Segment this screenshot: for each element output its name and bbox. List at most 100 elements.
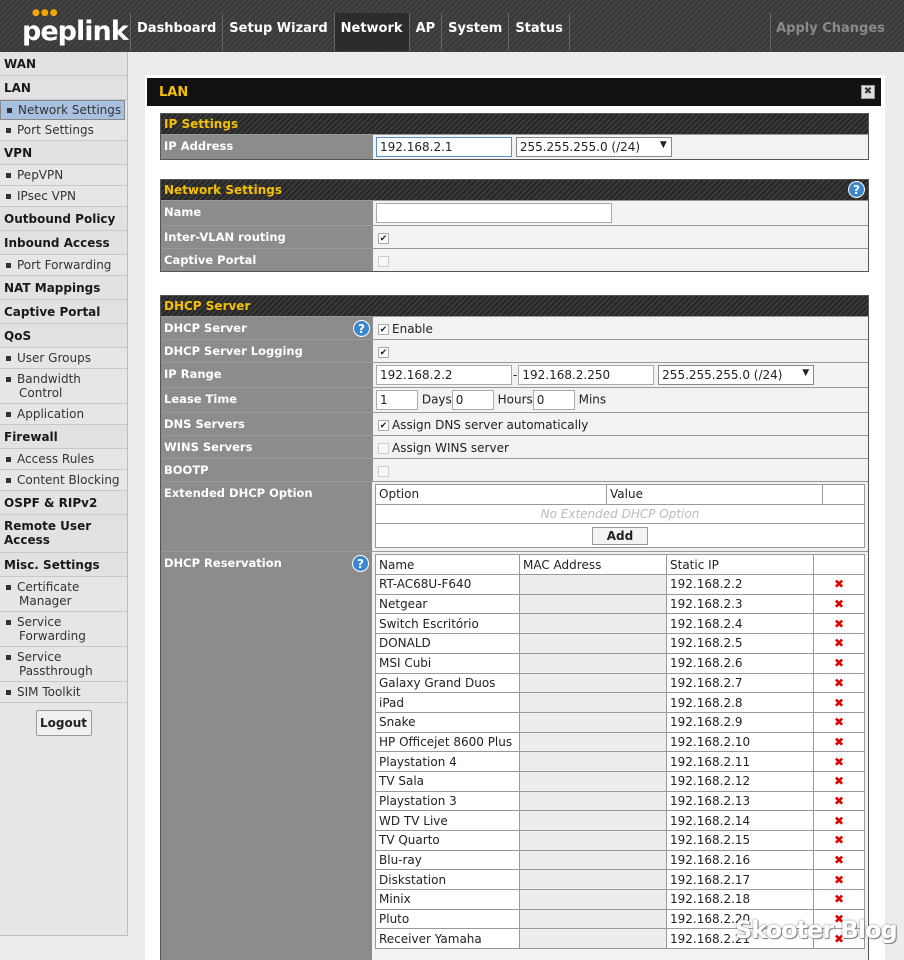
sidebar-header-inbound-access[interactable]: Inbound Access [0, 231, 127, 255]
reservation-ip-input[interactable]: 192.168.2.17 [666, 869, 814, 891]
sidebar-header-remote-user-access[interactable]: Remote User Access [0, 515, 127, 553]
reservation-ip-input[interactable]: 192.168.2.14 [666, 810, 814, 831]
captive-portal-checkbox[interactable] [378, 256, 389, 267]
close-icon[interactable]: ✖ [861, 85, 875, 99]
peplink-logo[interactable]: ●●● peplink [22, 6, 129, 47]
reservation-name-input[interactable]: DONALD [375, 633, 520, 654]
add-option-button[interactable]: Add [591, 526, 649, 545]
reservation-ip-input[interactable]: 192.168.2.5 [666, 633, 814, 654]
reservation-mac-input[interactable] [519, 751, 667, 772]
dhcp-enable-checkbox[interactable]: ✔ [378, 324, 389, 335]
delete-icon[interactable]: ✖ [813, 633, 865, 654]
tab-system[interactable]: System [441, 13, 508, 51]
subnet-mask-select[interactable]: 255.255.255.0 (/24) ▼ [515, 137, 672, 157]
sidebar-item-port-settings[interactable]: Port Settings [0, 120, 127, 141]
reservation-ip-input[interactable]: 192.168.2.12 [666, 770, 814, 792]
help-icon[interactable]: ? [352, 555, 369, 573]
reservation-mac-input[interactable] [519, 593, 667, 615]
reservation-mac-input[interactable] [519, 731, 667, 753]
reservation-mac-input[interactable] [519, 633, 667, 654]
sidebar-header-captive-portal[interactable]: Captive Portal [0, 300, 127, 324]
sidebar-item-ipsec-vpn[interactable]: IPsec VPN [0, 186, 127, 207]
delete-icon[interactable]: ✖ [813, 889, 865, 910]
sidebar-item-pepvpn[interactable]: PepVPN [0, 165, 127, 186]
reservation-ip-input[interactable]: 192.168.2.18 [666, 889, 814, 910]
reservation-name-input[interactable]: Snake [375, 711, 520, 733]
reservation-ip-input[interactable]: 192.168.2.10 [666, 731, 814, 753]
tab-ap[interactable]: AP [408, 13, 442, 51]
reservation-name-input[interactable]: TV Sala [375, 770, 520, 792]
reservation-name-input[interactable]: iPad [375, 692, 520, 713]
dhcp-logging-checkbox[interactable]: ✔ [378, 347, 389, 358]
reservation-ip-input[interactable]: 192.168.2.7 [666, 672, 814, 694]
sidebar-item-certificate-manager[interactable]: Certificate Manager [0, 577, 127, 612]
delete-icon[interactable]: ✖ [813, 652, 865, 674]
delete-icon[interactable]: ✖ [813, 574, 865, 595]
sidebar-item-port-forwarding[interactable]: Port Forwarding [0, 255, 127, 276]
sidebar-item-access-rules[interactable]: Access Rules [0, 449, 127, 470]
sidebar-item-application[interactable]: Application [0, 404, 127, 425]
help-icon[interactable]: ? [353, 320, 370, 337]
reservation-ip-input[interactable]: 192.168.2.6 [666, 652, 814, 674]
reservation-mac-input[interactable] [519, 574, 667, 595]
reservation-ip-input[interactable]: 192.168.2.11 [666, 751, 814, 772]
delete-icon[interactable]: ✖ [813, 849, 865, 871]
tab-dashboard[interactable]: Dashboard [130, 13, 222, 51]
reservation-mac-input[interactable] [519, 672, 667, 694]
wins-checkbox[interactable] [378, 443, 389, 454]
reservation-name-input[interactable]: WD TV Live [375, 810, 520, 831]
range-mask-select[interactable]: 255.255.255.0 (/24) ▼ [658, 365, 815, 385]
reservation-name-input[interactable]: Minix [375, 889, 520, 910]
reservation-mac-input[interactable] [519, 830, 667, 851]
sidebar-item-content-blocking[interactable]: Content Blocking [0, 470, 127, 491]
reservation-mac-input[interactable] [519, 692, 667, 713]
reservation-mac-input[interactable] [519, 928, 667, 950]
delete-icon[interactable]: ✖ [813, 751, 865, 772]
sidebar-header-wan[interactable]: WAN [0, 52, 127, 76]
sidebar-header-outbound-policy[interactable]: Outbound Policy [0, 207, 127, 231]
sidebar-header-nat-mappings[interactable]: NAT Mappings [0, 276, 127, 300]
logout-button[interactable]: Logout [35, 710, 92, 736]
sidebar-header-qos[interactable]: QoS [0, 324, 127, 348]
inter-vlan-checkbox[interactable]: ✔ [378, 233, 389, 244]
reservation-ip-input[interactable]: 192.168.2.9 [666, 711, 814, 733]
apply-changes-button[interactable]: Apply Changes [770, 13, 890, 51]
reservation-ip-input[interactable]: 192.168.2.15 [666, 830, 814, 851]
reservation-name-input[interactable]: MSI Cubi [375, 652, 520, 674]
reservation-name-input[interactable]: Diskstation [375, 869, 520, 891]
delete-icon[interactable]: ✖ [813, 672, 865, 694]
delete-icon[interactable]: ✖ [813, 692, 865, 713]
delete-icon[interactable]: ✖ [813, 810, 865, 831]
reservation-name-input[interactable]: RT-AC68U-F640 [375, 574, 520, 595]
reservation-mac-input[interactable] [519, 869, 667, 891]
sidebar-header-lan[interactable]: LAN [0, 76, 127, 100]
sidebar-header-ospf-ripv2[interactable]: OSPF & RIPv2 [0, 491, 127, 515]
ip-address-input[interactable]: 192.168.2.1 [376, 137, 512, 157]
reservation-name-input[interactable]: Playstation 3 [375, 790, 520, 812]
sidebar-header-misc-settings[interactable]: Misc. Settings [0, 553, 127, 577]
reservation-mac-input[interactable] [519, 908, 667, 930]
delete-icon[interactable]: ✖ [813, 593, 865, 615]
delete-icon[interactable]: ✖ [813, 731, 865, 753]
reservation-mac-input[interactable] [519, 770, 667, 792]
range-end-input[interactable]: 192.168.2.250 [518, 365, 655, 385]
reservation-mac-input[interactable] [519, 613, 667, 635]
reservation-ip-input[interactable]: 192.168.2.4 [666, 613, 814, 635]
reservation-ip-input[interactable]: 192.168.2.16 [666, 849, 814, 871]
delete-icon[interactable]: ✖ [813, 613, 865, 635]
sidebar-header-vpn[interactable]: VPN [0, 141, 127, 165]
reservation-ip-input[interactable]: 192.168.2.3 [666, 593, 814, 615]
sidebar-item-bandwidth-control[interactable]: Bandwidth Control [0, 369, 127, 404]
tab-network[interactable]: Network [333, 13, 409, 51]
sidebar-header-firewall[interactable]: Firewall [0, 425, 127, 449]
delete-icon[interactable]: ✖ [813, 770, 865, 792]
reservation-mac-input[interactable] [519, 652, 667, 674]
help-icon[interactable]: ? [848, 181, 865, 198]
reservation-mac-input[interactable] [519, 849, 667, 871]
delete-icon[interactable]: ✖ [813, 790, 865, 812]
reservation-mac-input[interactable] [519, 711, 667, 733]
reservation-name-input[interactable]: Pluto [375, 908, 520, 930]
reservation-name-input[interactable]: Galaxy Grand Duos [375, 672, 520, 694]
sidebar-item-network-settings[interactable]: Network Settings [0, 100, 126, 120]
reservation-ip-input[interactable]: 192.168.2.2 [666, 574, 814, 595]
